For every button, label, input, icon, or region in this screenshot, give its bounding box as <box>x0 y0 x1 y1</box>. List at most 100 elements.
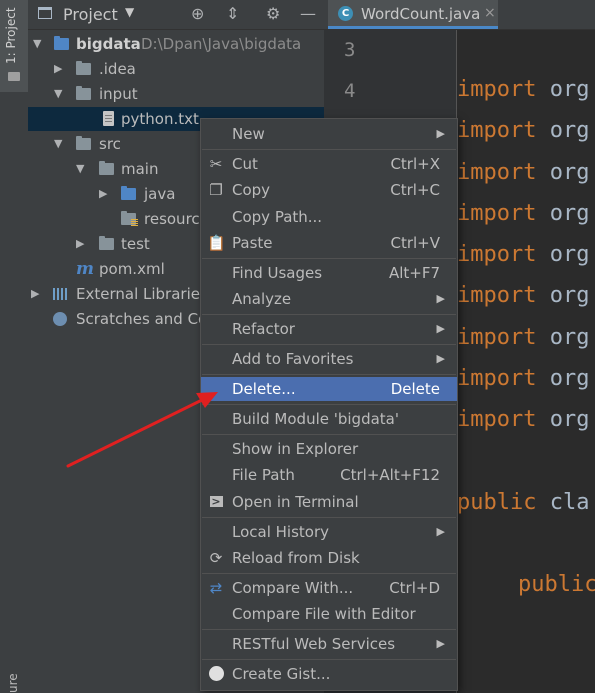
left-tool-strip: 1: Project ure <box>0 0 29 693</box>
menu-item-open-in-terminal[interactable]: > Open in Terminal <box>201 490 457 514</box>
collapse-all-icon[interactable]: ⇕ <box>226 4 239 23</box>
tree-item-java[interactable]: ▶ java <box>28 182 200 206</box>
copy-icon: ❐ <box>209 181 223 199</box>
menu-item-refactor[interactable]: Refactor ▶ <box>201 317 457 341</box>
gear-icon[interactable]: ⚙ <box>266 4 280 23</box>
menu-separator <box>202 434 456 435</box>
folder-icon <box>8 72 20 81</box>
menu-item-file-path[interactable]: File Path Ctrl+Alt+F12 <box>201 463 457 487</box>
code-line: import org <box>457 118 590 143</box>
tree-item-main[interactable]: ▼ main <box>28 157 200 181</box>
reload-icon: ⟳ <box>209 549 223 567</box>
context-menu: New ▶ ✂ Cut Ctrl+X ❐ Copy Ctrl+C Copy Pa… <box>200 118 458 691</box>
tree-item-external-libraries[interactable]: ▶ External Libraries <box>28 282 200 306</box>
chevron-down-icon[interactable]: ▼ <box>125 5 134 19</box>
tree-item-pom-xml[interactable]: m pom.xml <box>28 257 200 281</box>
chevron-right-icon[interactable]: ▶ <box>31 282 39 306</box>
menu-item-paste[interactable]: 📋 Paste Ctrl+V <box>201 231 457 255</box>
line-number: 3 <box>344 39 356 61</box>
menu-item-copy-path[interactable]: Copy Path... <box>201 205 457 229</box>
tree-item-test[interactable]: ▶ test <box>28 232 200 256</box>
tree-item-resources[interactable]: resources <box>28 207 200 231</box>
module-folder-icon <box>54 36 69 50</box>
folder-icon <box>76 86 91 100</box>
menu-separator <box>202 573 456 574</box>
code-line: import org <box>457 77 590 102</box>
menu-separator <box>202 659 456 660</box>
tree-item-label: python.txt <box>121 110 199 128</box>
submenu-arrow-icon: ▶ <box>436 525 445 538</box>
tree-item-src[interactable]: ▼ src <box>28 132 200 156</box>
code-line: import org <box>457 283 590 308</box>
tree-item-label: src <box>99 135 121 153</box>
submenu-arrow-icon: ▶ <box>436 292 445 305</box>
menu-item-compare-with[interactable]: ⇄ Compare With... Ctrl+D <box>201 576 457 600</box>
code-line: import org <box>457 242 590 267</box>
editor-tab-bar: C WordCount.java × <box>324 0 595 30</box>
locate-target-icon[interactable]: ⊕ <box>191 4 204 23</box>
menu-item-new[interactable]: New ▶ <box>201 122 457 146</box>
tree-item-label: Scratches and Consoles <box>76 310 200 328</box>
project-view-selector[interactable]: Project <box>63 5 118 24</box>
project-view-icon <box>38 7 52 19</box>
tree-item-label: resources <box>144 210 200 228</box>
project-tool-window-tab-label: 1: Project <box>4 7 18 64</box>
structure-tool-window-tab[interactable]: ure <box>6 643 20 693</box>
close-icon[interactable]: × <box>484 5 496 21</box>
menu-item-show-in-explorer[interactable]: Show in Explorer <box>201 437 457 461</box>
maven-file-icon: m <box>76 259 94 279</box>
chevron-right-icon[interactable]: ▶ <box>99 182 107 206</box>
folder-icon <box>76 61 91 75</box>
code-editor[interactable]: import org import org import org import … <box>457 30 595 693</box>
terminal-icon: > <box>209 495 223 508</box>
menu-item-cut[interactable]: ✂ Cut Ctrl+X <box>201 152 457 176</box>
minimize-icon[interactable]: — <box>300 4 316 23</box>
tree-item-idea[interactable]: ▶ .idea <box>28 57 324 81</box>
code-line: public cla <box>457 490 590 515</box>
menu-item-compare-file-with-editor[interactable]: Compare File with Editor <box>201 602 457 626</box>
submenu-arrow-icon: ▶ <box>436 322 445 335</box>
menu-item-find-usages[interactable]: Find Usages Alt+F7 <box>201 261 457 285</box>
libraries-icon <box>53 288 68 300</box>
project-panel-header: Project ▼ ⊕ ⇕ ⚙ — <box>28 0 324 30</box>
clipboard-icon: 📋 <box>207 234 226 252</box>
folder-icon <box>99 161 114 175</box>
menu-item-reload-from-disk[interactable]: ⟳ Reload from Disk <box>201 546 457 570</box>
code-line: import org <box>457 325 590 350</box>
folder-icon <box>76 136 91 150</box>
menu-item-build-module[interactable]: Build Module 'bigdata' <box>201 407 457 431</box>
tree-item-label: External Libraries <box>76 285 200 303</box>
menu-separator <box>202 517 456 518</box>
tree-item-scratches[interactable]: Scratches and Consoles <box>28 307 200 331</box>
menu-item-copy[interactable]: ❐ Copy Ctrl+C <box>201 178 457 202</box>
tree-item-input[interactable]: ▼ input <box>28 82 324 106</box>
menu-separator <box>202 374 456 375</box>
tab-wordcount-java[interactable]: C WordCount.java × <box>328 0 498 29</box>
folder-icon <box>99 236 114 250</box>
resources-folder-icon <box>121 211 138 226</box>
source-folder-icon <box>121 186 136 200</box>
project-tool-window-tab[interactable]: 1: Project <box>0 0 28 92</box>
chevron-down-icon[interactable]: ▼ <box>54 132 62 156</box>
tab-label: WordCount.java <box>361 5 481 23</box>
tree-item-label: main <box>121 160 159 178</box>
chevron-down-icon[interactable]: ▼ <box>33 32 41 56</box>
chevron-down-icon[interactable]: ▼ <box>54 82 62 106</box>
chevron-down-icon[interactable]: ▼ <box>76 157 84 181</box>
menu-item-local-history[interactable]: Local History ▶ <box>201 520 457 544</box>
chevron-right-icon[interactable]: ▶ <box>76 232 84 256</box>
menu-separator <box>202 149 456 150</box>
tree-item-label: .idea <box>99 60 136 78</box>
tree-item-bigdata[interactable]: ▼ bigdata D:\Dpan\Java\bigdata <box>28 32 324 56</box>
menu-item-create-gist[interactable]: Create Gist... <box>201 662 457 686</box>
menu-item-add-to-favorites[interactable]: Add to Favorites ▶ <box>201 347 457 371</box>
tree-item-label: test <box>121 235 150 253</box>
github-icon <box>207 662 225 688</box>
code-line: public <box>518 572 595 597</box>
menu-item-restful-web-services[interactable]: RESTful Web Services ▶ <box>201 632 457 656</box>
code-line: import org <box>457 160 590 185</box>
chevron-right-icon[interactable]: ▶ <box>54 57 62 81</box>
menu-item-delete[interactable]: Delete... Delete <box>201 377 457 401</box>
menu-item-analyze[interactable]: Analyze ▶ <box>201 287 457 311</box>
submenu-arrow-icon: ▶ <box>436 637 445 650</box>
